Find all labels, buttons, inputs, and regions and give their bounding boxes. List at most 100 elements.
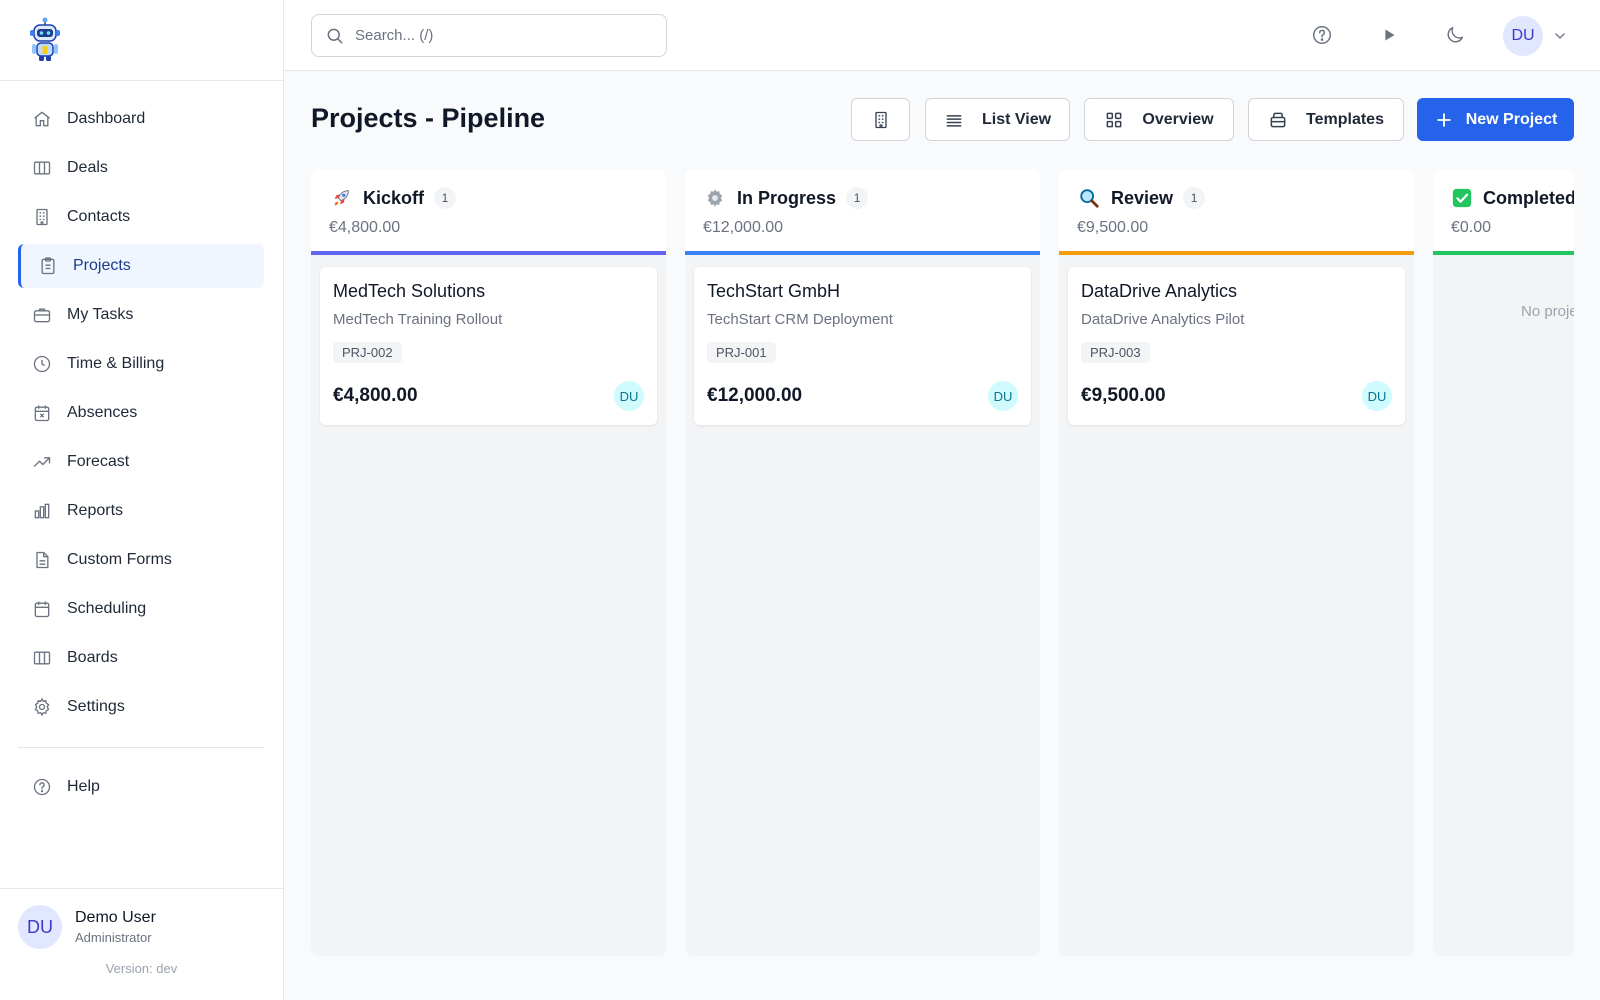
gear-icon: [31, 696, 53, 718]
list-view-label: List View: [981, 110, 1052, 128]
home-icon: [31, 108, 53, 130]
sidebar-item-boards[interactable]: Boards: [18, 636, 264, 680]
sidebar-nav: Dashboard Deals Contacts Projects My Tas…: [0, 81, 283, 809]
sidebar-item-label: Absences: [67, 404, 138, 421]
user-name: Demo User: [75, 909, 156, 926]
sidebar: Dashboard Deals Contacts Projects My Tas…: [0, 0, 284, 1000]
sidebar-item-label: Projects: [73, 257, 131, 274]
sidebar-item-my-tasks[interactable]: My Tasks: [18, 293, 264, 337]
card-project-id: PRJ-002: [333, 342, 402, 363]
company-view-button[interactable]: [851, 98, 910, 141]
briefcase-icon: [31, 304, 53, 326]
moon-icon: [1447, 26, 1464, 43]
calendar-x-icon: [31, 402, 53, 424]
columns-icon: [31, 157, 53, 179]
user-role: Administrator: [75, 930, 152, 945]
building-icon: [874, 111, 887, 128]
sidebar-item-label: Help: [67, 778, 100, 795]
column-accent-bar: [1059, 251, 1414, 255]
play-tour-button[interactable]: [1376, 22, 1402, 48]
card-amount: €4,800.00: [333, 385, 418, 406]
sidebar-item-absences[interactable]: Absences: [18, 391, 264, 435]
sidebar-item-contacts[interactable]: Contacts: [18, 195, 264, 239]
sidebar-item-help[interactable]: Help: [18, 765, 264, 809]
sidebar-item-label: Deals: [67, 159, 108, 176]
check-box-icon: [1451, 186, 1473, 210]
overview-button[interactable]: Overview: [1084, 98, 1234, 141]
templates-button[interactable]: Templates: [1248, 98, 1404, 141]
card-company: TechStart GmbH: [707, 281, 841, 301]
sidebar-item-label: Settings: [67, 698, 125, 715]
project-card[interactable]: TechStart GmbH TechStart CRM Deployment …: [694, 267, 1031, 425]
sidebar-item-label: Scheduling: [67, 600, 147, 617]
column-header: Kickoff 1 €4,800.00: [311, 169, 666, 255]
plus-icon: [1436, 112, 1451, 127]
sidebar-item-label: Time & Billing: [67, 355, 165, 372]
help-circle-icon: [1313, 26, 1331, 44]
sidebar-item-forecast[interactable]: Forecast: [18, 440, 264, 484]
avatar: DU: [18, 905, 62, 949]
column-total: €0.00: [1451, 219, 1492, 236]
topbar: DU: [284, 0, 1600, 71]
column-count-badge: 1: [434, 187, 457, 209]
search-icon: [327, 28, 343, 43]
list-view-button[interactable]: List View: [925, 98, 1070, 141]
column-kickoff: Kickoff 1 €4,800.00 MedTech Solutions Me…: [311, 169, 666, 956]
card-amount: €9,500.00: [1081, 385, 1166, 406]
grid-icon: [1107, 112, 1122, 127]
sidebar-item-label: Dashboard: [67, 110, 146, 127]
version-label: Version: dev: [105, 961, 178, 976]
search-input[interactable]: [355, 27, 645, 44]
column-review: Review 1 €9,500.00 DataDrive Analytics D…: [1059, 169, 1414, 956]
sidebar-item-reports[interactable]: Reports: [18, 489, 264, 533]
sidebar-item-scheduling[interactable]: Scheduling: [18, 587, 264, 631]
card-project-id: PRJ-001: [707, 342, 776, 363]
play-icon: [1385, 29, 1395, 41]
magnifier-icon: [1077, 186, 1101, 210]
help-button[interactable]: [1309, 22, 1335, 48]
column-completed: Completed €0.00 No projects: [1433, 169, 1574, 956]
overview-label: Overview: [1142, 110, 1214, 128]
sidebar-item-dashboard[interactable]: Dashboard: [18, 97, 264, 141]
user-info: Demo User Administrator: [75, 909, 156, 945]
column-title: Review: [1111, 187, 1174, 208]
sidebar-item-label: Forecast: [67, 453, 130, 470]
user-profile[interactable]: DU Demo User Administrator: [0, 889, 283, 949]
trending-up-icon: [31, 451, 53, 473]
user-menu-avatar[interactable]: DU: [1503, 16, 1543, 56]
search-box[interactable]: [311, 14, 667, 57]
clipboard-icon: [37, 255, 59, 277]
columns-icon: [31, 647, 53, 669]
sidebar-item-settings[interactable]: Settings: [18, 685, 264, 729]
project-card[interactable]: DataDrive Analytics DataDrive Analytics …: [1068, 267, 1405, 425]
sidebar-item-time-billing[interactable]: Time & Billing: [18, 342, 264, 386]
clock-icon: [31, 353, 53, 375]
sidebar-logo[interactable]: [0, 0, 283, 81]
sidebar-item-label: Reports: [67, 502, 124, 519]
column-header: In Progress 1 €12,000.00: [685, 169, 1040, 255]
help-circle-icon: [31, 776, 53, 798]
avatar: DU: [614, 381, 644, 411]
card-company: DataDrive Analytics: [1081, 281, 1238, 301]
sidebar-item-deals[interactable]: Deals: [18, 146, 264, 190]
list-icon: [946, 114, 962, 127]
column-total: €9,500.00: [1077, 219, 1149, 236]
card-amount: €12,000.00: [707, 385, 803, 406]
column-empty-text: No projects: [1521, 303, 1574, 320]
dark-mode-toggle[interactable]: [1442, 22, 1468, 48]
building-icon: [31, 206, 53, 228]
sidebar-item-label: Contacts: [67, 208, 131, 225]
templates-label: Templates: [1306, 110, 1384, 128]
avatar: DU: [1362, 381, 1392, 411]
chevron-down-icon[interactable]: [1552, 28, 1568, 44]
project-card[interactable]: MedTech Solutions MedTech Training Rollo…: [320, 267, 657, 425]
sidebar-divider: [18, 747, 264, 748]
column-total: €12,000.00: [703, 219, 784, 236]
sidebar-item-projects[interactable]: Projects: [18, 244, 264, 288]
page-title: Projects - Pipeline: [311, 103, 546, 133]
column-title: Completed: [1483, 187, 1574, 208]
column-accent-bar: [311, 251, 666, 255]
column-in-progress: In Progress 1 €12,000.00 TechStart GmbH …: [685, 169, 1040, 956]
new-project-button[interactable]: New Project: [1417, 98, 1574, 141]
sidebar-item-custom-forms[interactable]: Custom Forms: [18, 538, 264, 582]
